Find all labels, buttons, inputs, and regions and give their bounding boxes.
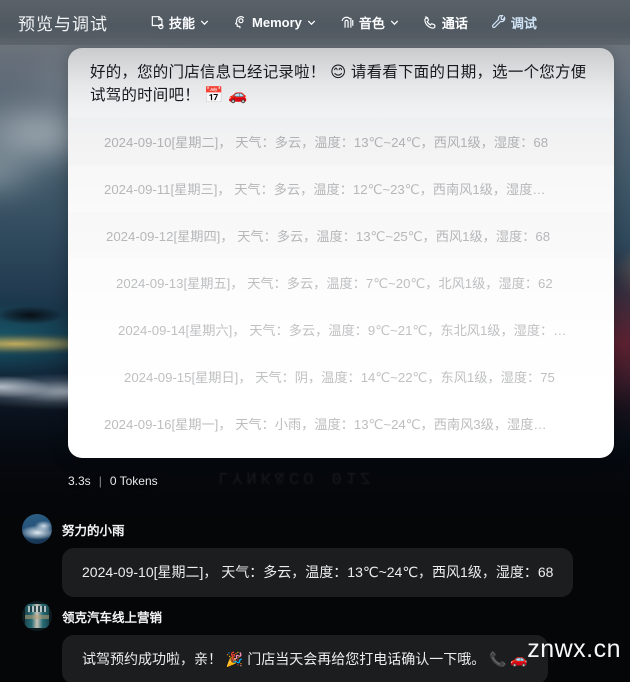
date-option-row[interactable]: 2024-09-10[星期二]， 天气：多云，温度：13℃~24℃，西风1级，湿… xyxy=(68,118,614,165)
chat-message-user: 努力的小雨 2024-09-10[星期二]， 天气：多云，温度：13℃~24℃，… xyxy=(22,514,616,602)
date-option-text: 2024-09-14[星期六]， 天气：多云，温度：9℃~21℃，东北风1级，湿… xyxy=(118,322,567,338)
latency-value: 3.3s xyxy=(68,474,91,488)
top-toolbar: 预览与调试 技能 Memory 音色 通话 调试 xyxy=(0,0,630,45)
page-title: 预览与调试 xyxy=(18,15,108,34)
wrench-icon xyxy=(491,15,507,30)
message-header: 领克汽车线上营销 xyxy=(22,601,616,631)
nav-item-call[interactable]: 通话 xyxy=(423,13,468,32)
nav-item-debug[interactable]: 调试 xyxy=(491,13,537,32)
nav-label-voice: 音色 xyxy=(358,16,385,31)
message-bubble: 2024-09-10[星期二]， 天气：多云，温度：13℃~24℃，西风1级，湿… xyxy=(62,548,574,597)
response-meta: 3.3s | 0 Tokens xyxy=(68,474,158,488)
phone-icon xyxy=(423,15,438,30)
brand-avatar xyxy=(22,601,52,631)
date-option-text: 2024-09-11[星期三]， 天气：多云，温度：12℃~23℃，西南风1级，… xyxy=(104,181,546,197)
date-option-text: 2024-09-13[星期五]， 天气：多云，温度：7℃~20℃，北风1级，湿度… xyxy=(116,275,553,291)
date-option-text: 2024-09-12[星期四]， 天气：多云，温度：13℃~25℃，西风1级，湿… xyxy=(106,228,551,244)
toolbar-nav: 技能 Memory 音色 通话 调试 xyxy=(150,13,537,32)
nav-label-skill: 技能 xyxy=(169,16,196,31)
date-option-row[interactable]: 2024-09-11[星期三]， 天气：多云，温度：12℃~23℃，西南风1级，… xyxy=(68,165,614,212)
assistant-response-card: 好的，您的门店信息已经记录啦！ 😊 请看看下面的日期，选一个您方便试驾的时间吧！… xyxy=(68,48,614,458)
assistant-headline: 好的，您的门店信息已经记录啦！ 😊 请看看下面的日期，选一个您方便试驾的时间吧！… xyxy=(90,64,587,104)
skill-icon xyxy=(150,15,165,30)
message-header: 努力的小雨 xyxy=(22,514,616,544)
nav-label-debug: 调试 xyxy=(510,16,537,31)
nav-item-memory[interactable]: Memory xyxy=(233,15,316,30)
nav-item-voice[interactable]: 音色 xyxy=(340,13,399,32)
date-option-row[interactable]: 2024-09-12[星期四]， 天气：多云，温度：13℃~25℃，西风1级，湿… xyxy=(68,212,614,259)
date-option-row[interactable]: 2024-09-15[星期日]， 天气：阴，温度：14℃~22℃，东风1级，湿度… xyxy=(68,353,614,400)
meta-separator: | xyxy=(98,474,102,488)
chevron-down-icon xyxy=(307,18,316,27)
date-option-text: 2024-09-10[星期二]， 天气：多云，温度：13℃~24℃，西风1级，湿… xyxy=(104,134,549,150)
app-root: LYNK&CO 01Z 预览与调试 技能 xyxy=(0,0,630,682)
nav-label-call: 通话 xyxy=(441,16,468,31)
nav-label-memory: Memory xyxy=(252,15,302,30)
watermark: znwx.cn xyxy=(527,635,621,663)
message-sender-name: 努力的小雨 xyxy=(62,523,125,538)
memory-icon xyxy=(233,15,248,30)
user-avatar xyxy=(22,514,52,544)
token-count: 0 Tokens xyxy=(109,474,158,488)
message-sender-name: 领克汽车线上营销 xyxy=(62,610,163,625)
date-option-text: 2024-09-16[星期一]， 天气：小雨，温度：13℃~24℃，西南风3级，… xyxy=(104,416,547,432)
date-option-text: 2024-09-15[星期日]， 天气：阴，温度：14℃~22℃，东风1级，湿度… xyxy=(124,369,555,385)
nav-item-skill[interactable]: 技能 xyxy=(150,13,209,32)
voice-icon xyxy=(340,15,355,30)
message-bubble: 试驾预约成功啦，亲！ 🎉 门店当天会再给您打电话确认一下哦。 📞 🚗 xyxy=(62,635,548,682)
date-option-list: 2024-09-10[星期二]， 天气：多云，温度：13℃~24℃，西风1级，湿… xyxy=(68,116,614,447)
chevron-down-icon xyxy=(390,18,399,27)
date-option-row[interactable]: 2024-09-16[星期一]， 天气：小雨，温度：13℃~24℃，西南风3级，… xyxy=(68,400,614,447)
date-option-row[interactable]: 2024-09-13[星期五]， 天气：多云，温度：7℃~20℃，北风1级，湿度… xyxy=(68,259,614,306)
chevron-down-icon xyxy=(200,18,209,27)
date-option-row[interactable]: 2024-09-14[星期六]， 天气：多云，温度：9℃~21℃，东北风1级，湿… xyxy=(68,306,614,353)
